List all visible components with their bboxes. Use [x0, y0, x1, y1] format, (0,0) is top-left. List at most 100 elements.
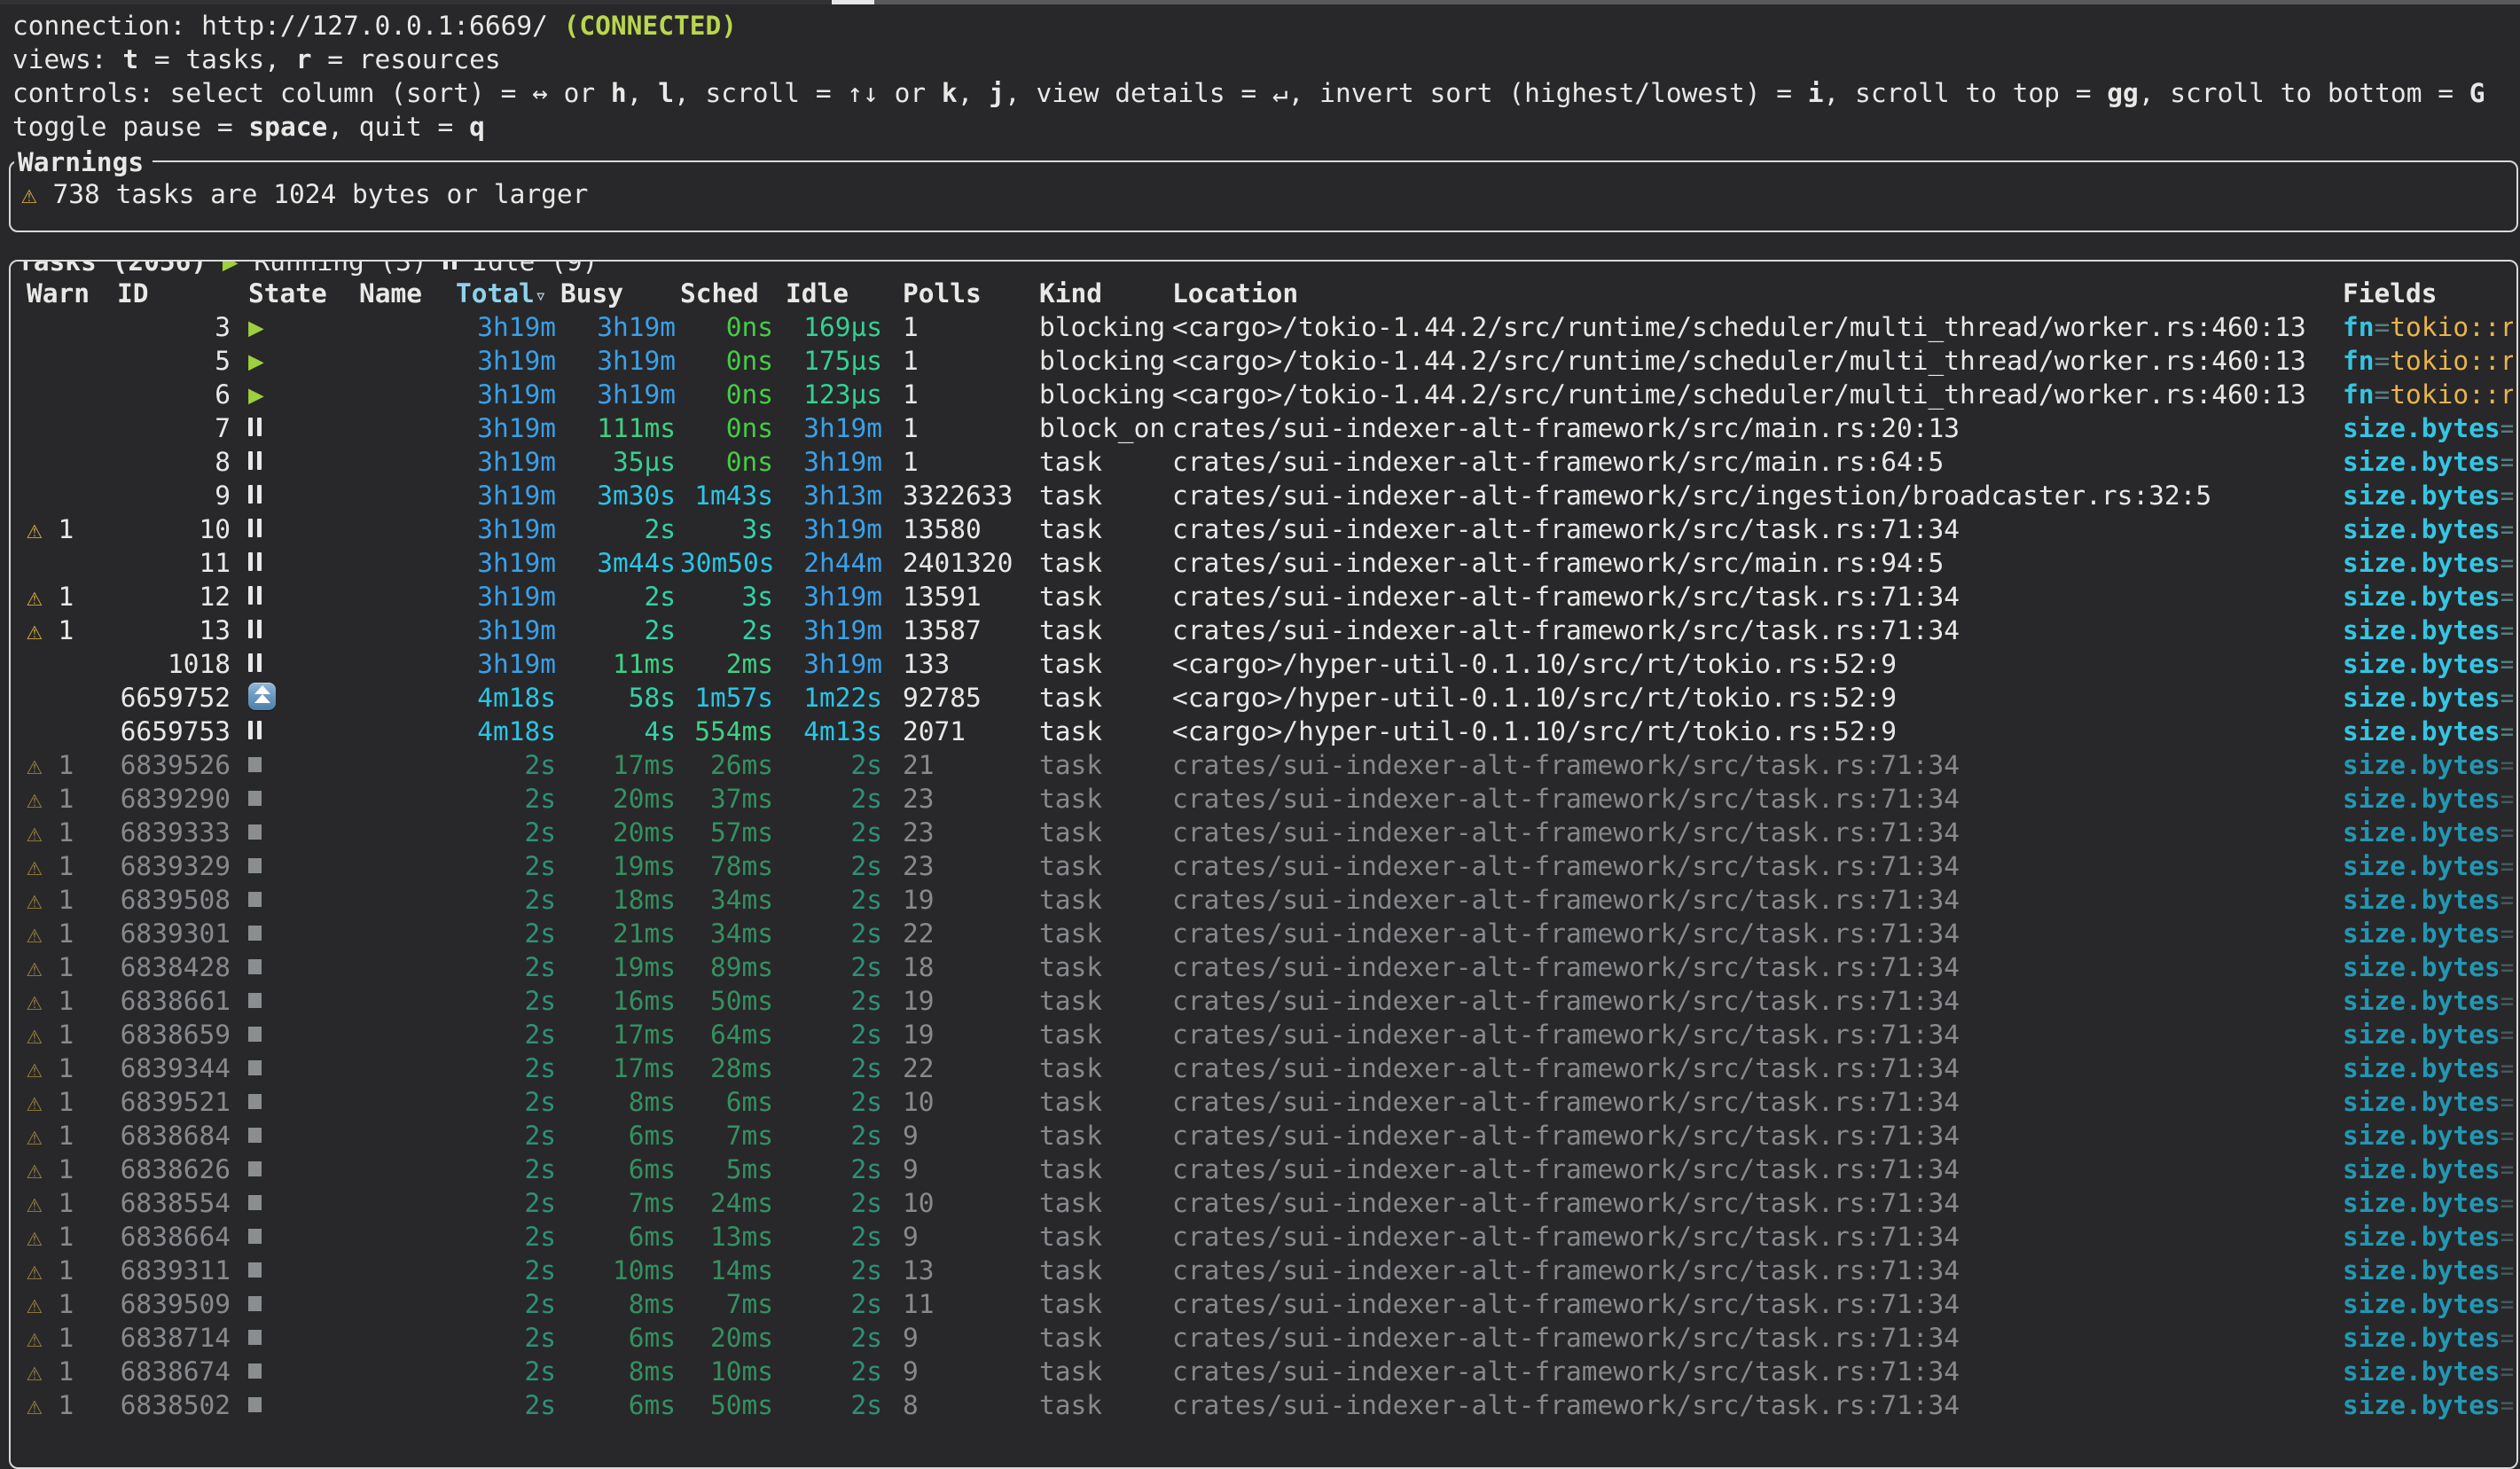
warning-icon: ⚠	[27, 582, 43, 612]
task-row[interactable]: ⚠ 168385022s6ms50ms2s8taskcrates/sui-ind…	[11, 1388, 2516, 1422]
cell-fields: fn=tokio::r	[2343, 310, 2513, 344]
task-row[interactable]: ⚠ 168386842s6ms7ms2s9taskcrates/sui-inde…	[11, 1119, 2516, 1153]
cell-state	[248, 411, 350, 445]
completed-icon	[248, 1364, 262, 1379]
cell-state: ▶	[248, 378, 350, 411]
column-header-kind[interactable]: Kind	[1039, 277, 1170, 310]
cell-fields: size.bytes=	[2343, 1355, 2513, 1388]
task-row[interactable]: ⚠ 168393292s19ms78ms2s23taskcrates/sui-i…	[11, 849, 2516, 883]
column-header-state[interactable]: State	[248, 277, 350, 310]
cell-idle: 2s	[786, 1254, 882, 1287]
warning-icon: ⚠	[27, 1390, 43, 1420]
duration-value: 2s	[850, 885, 882, 915]
task-row[interactable]: 10183h19m11ms2ms3h19m133task<cargo>/hype…	[11, 647, 2516, 681]
field-key: size.bytes	[2343, 750, 2500, 780]
cell-state	[248, 1220, 350, 1254]
task-row[interactable]: 6▶3h19m3h19m0ns123µs1blocking<cargo>/tok…	[11, 378, 2516, 411]
task-row[interactable]: 113h19m3m44s30m50s2h44m2401320taskcrates…	[11, 546, 2516, 580]
column-header-idle[interactable]: Idle	[786, 277, 882, 310]
task-row[interactable]: 73h19m111ms0ns3h19m1block_oncrates/sui-i…	[11, 411, 2516, 445]
task-row[interactable]: ⚠ 168393012s21ms34ms2s22taskcrates/sui-i…	[11, 917, 2516, 950]
cell-warn: ⚠ 1	[27, 1051, 115, 1085]
duration-value: 0ns	[726, 312, 773, 342]
task-row[interactable]: ⚠ 168393442s17ms28ms2s22taskcrates/sui-i…	[11, 1051, 2516, 1085]
task-row[interactable]: ⚠ 168387142s6ms20ms2s9taskcrates/sui-ind…	[11, 1321, 2516, 1355]
task-row[interactable]: ⚠ 1103h19m2s3s3h19m13580taskcrates/sui-i…	[11, 512, 2516, 546]
column-header-name[interactable]: Name	[359, 277, 452, 310]
task-row[interactable]: ⚠ 168386742s8ms10ms2s9taskcrates/sui-ind…	[11, 1355, 2516, 1388]
column-header-total[interactable]: Total▿	[456, 277, 556, 310]
field-key: fn	[2343, 312, 2375, 342]
cell-task-id: 6838661	[117, 984, 231, 1018]
task-row[interactable]: ⚠ 168386262s6ms5ms2s9taskcrates/sui-inde…	[11, 1153, 2516, 1186]
task-row[interactable]: ⚠ 168395082s18ms34ms2s19taskcrates/sui-i…	[11, 883, 2516, 917]
duration-value: 2s	[850, 750, 882, 780]
column-header-location[interactable]: Location	[1172, 277, 2338, 310]
cell-sched: 2ms	[680, 647, 773, 681]
field-key: fn	[2343, 379, 2375, 410]
column-header-id[interactable]: ID	[117, 277, 231, 310]
warn-count: 1	[59, 986, 74, 1016]
cell-total: 2s	[456, 1085, 556, 1119]
cell-state	[248, 1355, 350, 1388]
task-row[interactable]: 5▶3h19m3h19m0ns175µs1blocking<cargo>/tok…	[11, 344, 2516, 378]
cell-busy: 2s	[560, 512, 676, 546]
task-row[interactable]: ⚠ 168395092s8ms7ms2s11taskcrates/sui-ind…	[11, 1287, 2516, 1321]
task-row[interactable]: 66597524m18s58s1m57s1m22s92785task<cargo…	[11, 681, 2516, 715]
cell-kind: task	[1039, 715, 1170, 748]
task-row[interactable]: 83h19m35µs0ns3h19m1taskcrates/sui-indexe…	[11, 445, 2516, 479]
cell-state	[248, 1051, 350, 1085]
duration-value: 2s	[850, 918, 882, 949]
cell-state	[248, 1388, 350, 1422]
task-row[interactable]: 93h19m3m30s1m43s3h13m3322633taskcrates/s…	[11, 479, 2516, 512]
cell-polls: 1	[903, 310, 1031, 344]
column-header-warn[interactable]: Warn	[27, 277, 115, 310]
task-row[interactable]: ⚠ 1133h19m2s2s3h19m13587taskcrates/sui-i…	[11, 613, 2516, 647]
duration-value: 6ms	[629, 1222, 676, 1252]
task-row[interactable]: ⚠ 168386612s16ms50ms2s19taskcrates/sui-i…	[11, 984, 2516, 1018]
field-equals: =	[2500, 1121, 2513, 1151]
column-header-sched[interactable]: Sched	[680, 277, 773, 310]
cell-fields: size.bytes=	[2343, 1287, 2513, 1321]
field-key: size.bytes	[2343, 548, 2500, 578]
task-row[interactable]: 3▶3h19m3h19m0ns169µs1blocking<cargo>/tok…	[11, 310, 2516, 344]
task-row[interactable]: ⚠ 168393112s10ms14ms2s13taskcrates/sui-i…	[11, 1254, 2516, 1287]
cell-warn: ⚠ 1	[27, 950, 115, 984]
warning-icon: ⚠	[27, 918, 43, 949]
duration-value: 2s	[850, 1222, 882, 1252]
completed-icon	[248, 1161, 262, 1176]
column-header-fields[interactable]: Fields	[2343, 277, 2513, 310]
duration-value: 3h13m	[803, 481, 882, 511]
task-row[interactable]: ⚠ 168395262s17ms26ms2s21taskcrates/sui-i…	[11, 748, 2516, 782]
duration-value: 26ms	[710, 750, 773, 780]
cell-total: 3h19m	[456, 411, 556, 445]
task-row[interactable]: ⚠ 1123h19m2s3s3h19m13591taskcrates/sui-i…	[11, 580, 2516, 613]
task-row[interactable]: ⚠ 168384282s19ms89ms2s18taskcrates/sui-i…	[11, 950, 2516, 984]
warn-count: 1	[59, 1087, 74, 1117]
task-row[interactable]: ⚠ 168385542s7ms24ms2s10taskcrates/sui-in…	[11, 1186, 2516, 1220]
duration-value: 58s	[629, 683, 676, 713]
duration-value: 1m43s	[694, 481, 773, 511]
cell-fields: size.bytes=	[2343, 1321, 2513, 1355]
cell-warn: ⚠ 1	[27, 984, 115, 1018]
task-row[interactable]: ⚠ 168386592s17ms64ms2s19taskcrates/sui-i…	[11, 1018, 2516, 1051]
cell-state	[248, 479, 350, 512]
task-row[interactable]: 66597534m18s4s554ms4m13s2071task<cargo>/…	[11, 715, 2516, 748]
column-header-busy[interactable]: Busy	[560, 277, 676, 310]
cell-state	[248, 984, 350, 1018]
cell-sched: 50ms	[680, 1388, 773, 1422]
cell-location: crates/sui-indexer-alt-framework/src/tas…	[1172, 1388, 2338, 1422]
field-equals: =	[2500, 481, 2513, 511]
field-value: tokio::r	[2390, 379, 2513, 410]
field-key: size.bytes	[2343, 1053, 2500, 1083]
cell-idle: 2s	[786, 1085, 882, 1119]
column-header-polls[interactable]: Polls	[903, 277, 1031, 310]
cell-warn: ⚠ 1	[27, 1186, 115, 1220]
field-key: size.bytes	[2343, 885, 2500, 915]
field-equals: =	[2500, 413, 2513, 443]
task-row[interactable]: ⚠ 168386642s6ms13ms2s9taskcrates/sui-ind…	[11, 1220, 2516, 1254]
task-row[interactable]: ⚠ 168393332s20ms57ms2s23taskcrates/sui-i…	[11, 816, 2516, 849]
task-row[interactable]: ⚠ 168395212s8ms6ms2s10taskcrates/sui-ind…	[11, 1085, 2516, 1119]
task-row[interactable]: ⚠ 168392902s20ms37ms2s23taskcrates/sui-i…	[11, 782, 2516, 816]
cell-total: 2s	[456, 1321, 556, 1355]
